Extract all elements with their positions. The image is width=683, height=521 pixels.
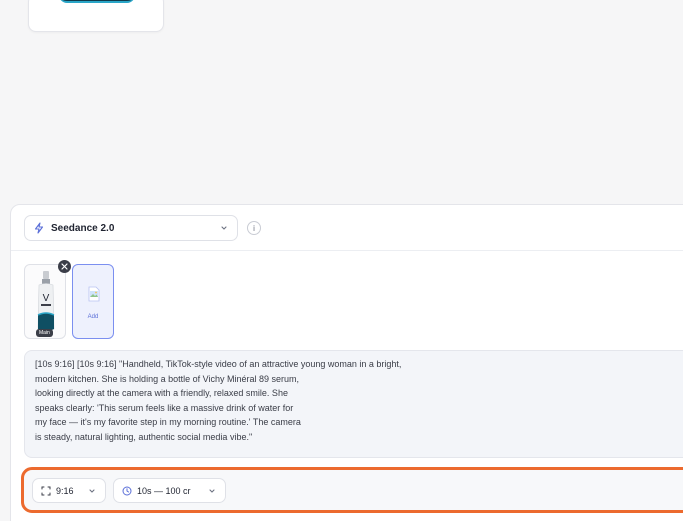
add-label: Add <box>87 314 99 320</box>
close-icon <box>61 263 68 270</box>
chevron-down-icon <box>207 486 217 496</box>
prompt-textarea[interactable]: [10s 9:16] [10s 9:16] "Handheld, TikTok-… <box>24 350 683 458</box>
chevron-down-icon <box>87 486 97 496</box>
aspect-ratio-value: 9:16 <box>56 485 74 496</box>
chevron-down-icon <box>219 223 229 233</box>
aspect-ratio-select[interactable]: 9:16 <box>32 478 106 503</box>
generation-panel: Seedance 2.0 i V Main Add [10s 9:16] [10… <box>10 204 683 521</box>
duration-value: 10s — 100 cr <box>137 485 191 496</box>
generation-settings-bar: 9:16 10s — 100 cr <box>21 467 683 513</box>
remove-image-button[interactable] <box>58 260 71 273</box>
info-button[interactable]: i <box>247 221 261 235</box>
prompt-line: is steady, natural lighting, authentic s… <box>35 431 253 442</box>
prompt-line: looking directly at the camera with a fr… <box>35 388 288 399</box>
model-select[interactable]: Seedance 2.0 <box>24 215 238 241</box>
svg-text:V: V <box>43 293 50 304</box>
clock-icon <box>122 486 132 496</box>
prompt-line: speaks clearly: 'This serum feels like a… <box>35 402 294 413</box>
model-select-label: Seedance 2.0 <box>51 222 115 234</box>
previous-result-card[interactable] <box>28 0 164 32</box>
reference-image-thumbnail[interactable]: V Main <box>24 264 66 339</box>
aspect-ratio-icon <box>41 486 51 496</box>
image-add-icon <box>88 286 100 302</box>
prompt-line: my face — it's my favorite step in my mo… <box>35 417 301 428</box>
prompt-line: modern kitchen. She is holding a bottle … <box>35 373 299 384</box>
add-image-button[interactable]: Add <box>72 264 114 339</box>
duration-select[interactable]: 10s — 100 cr <box>113 478 226 503</box>
main-image-tag: Main <box>36 329 53 337</box>
model-toolbar: Seedance 2.0 i <box>11 205 683 251</box>
prompt-line: [10s 9:16] [10s 9:16] "Handheld, TikTok-… <box>35 359 402 369</box>
bolt-icon <box>33 222 45 234</box>
serum-bottle-image: V <box>37 271 55 332</box>
result-thumbnail <box>59 0 135 3</box>
